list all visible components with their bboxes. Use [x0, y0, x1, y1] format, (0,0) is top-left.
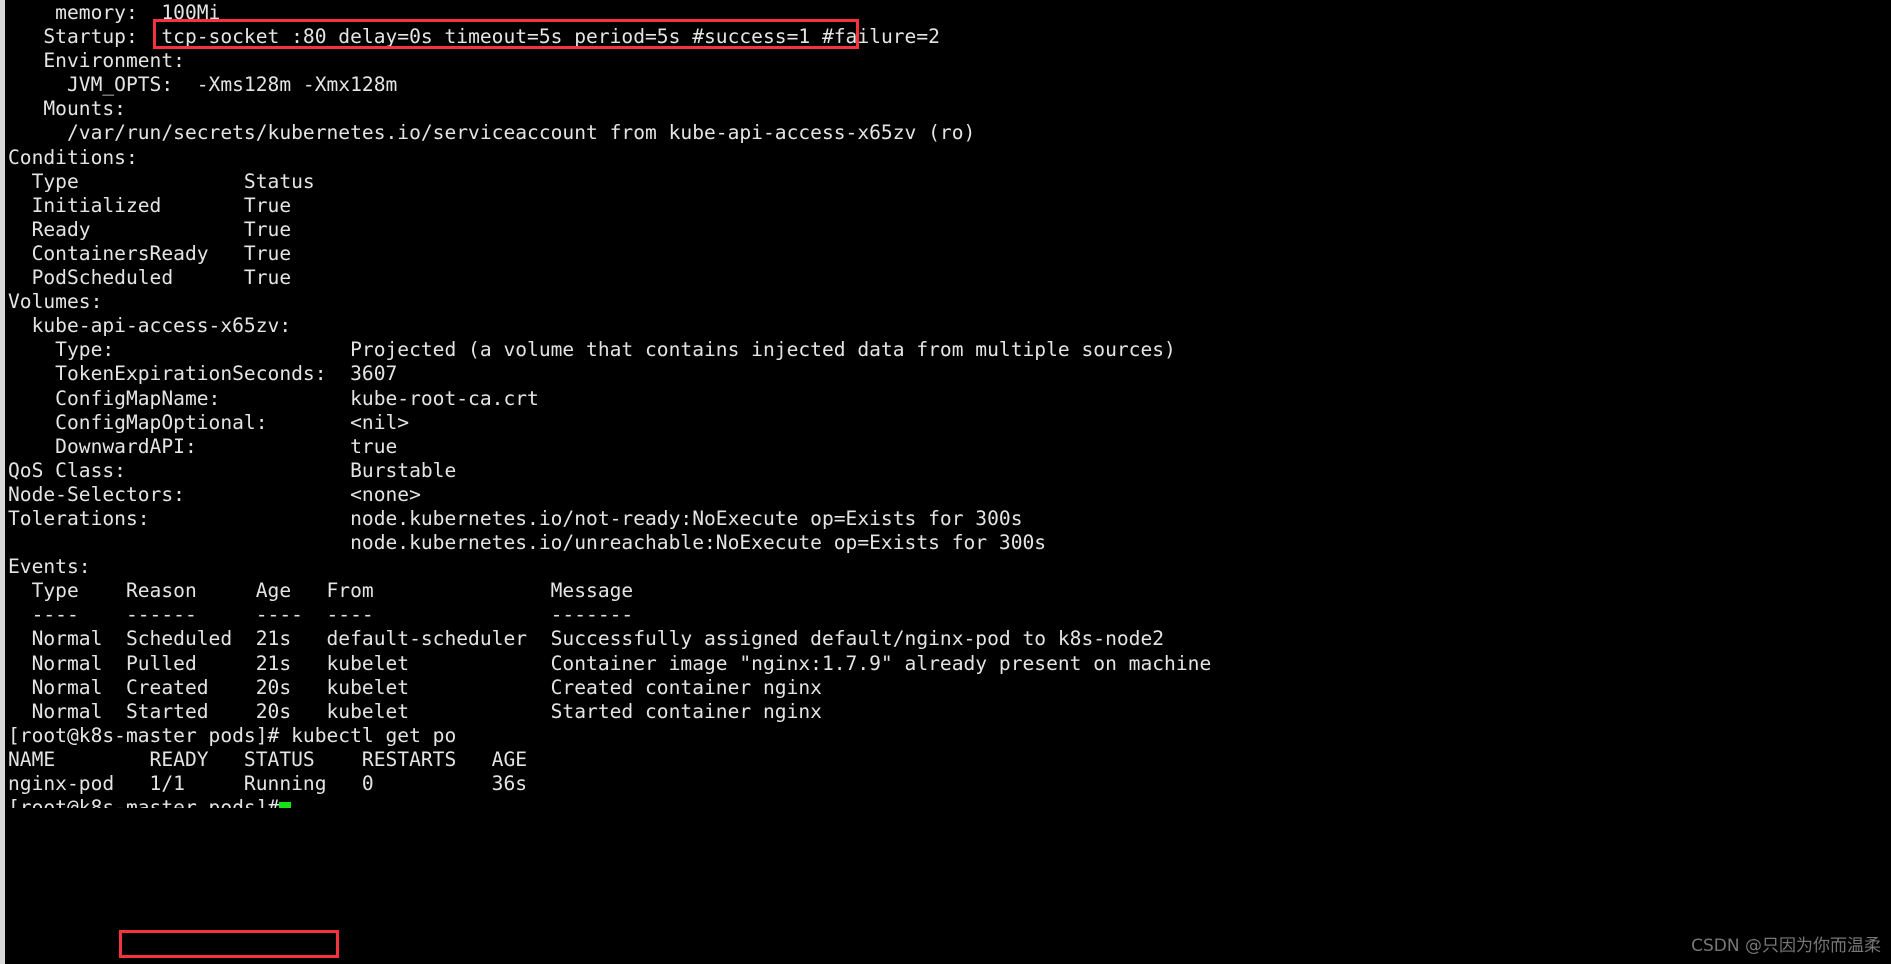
line-volumes-header: Volumes:: [8, 290, 103, 314]
memory-label: memory:: [8, 1, 138, 24]
terminal-screen-buffer: memory: 100Mi Startup: tcp-socket :80 de…: [5, 0, 1212, 809]
startup-probe-label: Startup:: [8, 25, 138, 49]
get-pods-row-nginx-pod: nginx-pod 1/1 Running 0 36s: [8, 772, 528, 795]
line-env-jvm-opts: JVM_OPTS: -Xms128m -Xmx128m: [8, 73, 1211, 97]
memory-spacer: [138, 1, 162, 24]
line-qos-class: QoS Class: Burstable: [8, 458, 457, 482]
conditions-row-initialized: Initialized True: [8, 193, 292, 217]
line-conditions-header: Conditions:: [8, 145, 138, 169]
startup-probe-value: tcp-socket :80 delay=0s timeout=5s perio…: [161, 25, 940, 49]
volume-field-configmapname: ConfigMapName: kube-root-ca.crt: [8, 386, 539, 410]
events-table-header: Type Reason Age From Message: [8, 579, 634, 603]
volume-field-type: Type: Projected (a volume that contains …: [8, 338, 1176, 362]
events-row-started: Normal Started 20s kubelet Started conta…: [8, 699, 822, 723]
get-pods-table-header: NAME READY STATUS RESTARTS AGE: [8, 747, 528, 771]
volume-field-configmapoptional: ConfigMapOptional: <nil>: [8, 410, 410, 434]
command-line-kubectl-get-po[interactable]: [root@k8s-master pods]# kubectl get po: [8, 724, 1211, 748]
line-tolerations-second: node.kubernetes.io/unreachable:NoExecute…: [8, 531, 1047, 555]
final-prompt-text: [root@k8s-master pods]#: [8, 796, 280, 809]
line-mounts-header: Mounts:: [8, 97, 126, 121]
line-startup-probe: Startup: tcp-socket :80 delay=0s timeout…: [8, 25, 1211, 49]
line-node-selectors: Node-Selectors: <none>: [8, 482, 421, 506]
events-row-scheduled: Normal Scheduled 21s default-scheduler S…: [8, 627, 1165, 651]
pod-running-highlight-box: [119, 930, 339, 958]
conditions-row-containersready: ContainersReady True: [8, 241, 292, 265]
conditions-row-ready: Ready True: [8, 217, 292, 241]
csdn-watermark: CSDN @只因为你而温柔: [1691, 936, 1881, 956]
conditions-table-header: Type Status: [8, 169, 315, 193]
env-var-spacer: [173, 73, 197, 96]
events-row-created: Normal Created 20s kubelet Created conta…: [8, 675, 822, 699]
conditions-row-podscheduled: PodScheduled True: [8, 266, 292, 290]
volume-field-token-expiration-seconds: TokenExpirationSeconds: 3607: [8, 362, 398, 386]
env-var-name-jvm-opts: JVM_OPTS:: [8, 73, 174, 97]
memory-value: 100Mi: [161, 1, 221, 24]
startup-probe-spacer: [138, 25, 162, 48]
events-table-separator: ---- ------ ---- ---- -------: [8, 603, 634, 627]
terminal-window[interactable]: memory: 100Mi Startup: tcp-socket :80 de…: [0, 0, 1891, 964]
line-resources-memory: memory: 100Mi: [8, 1, 1211, 25]
line-tolerations-first: Tolerations: node.kubernetes.io/not-read…: [8, 506, 1023, 530]
line-environment-header: Environment:: [8, 49, 185, 73]
terminal-cursor: [279, 802, 292, 809]
final-prompt-line[interactable]: [root@k8s-master pods]#: [8, 796, 1211, 809]
line-events-header: Events:: [8, 555, 91, 579]
volume-field-downwardapi: DownwardAPI: true: [8, 434, 398, 458]
line-mount-serviceaccount: /var/run/secrets/kubernetes.io/serviceac…: [8, 121, 976, 145]
line-volume-name: kube-api-access-x65zv:: [8, 314, 292, 338]
env-var-value-jvm-opts: -Xms128m -Xmx128m: [196, 73, 398, 97]
events-row-pulled: Normal Pulled 21s kubelet Container imag…: [8, 651, 1212, 675]
